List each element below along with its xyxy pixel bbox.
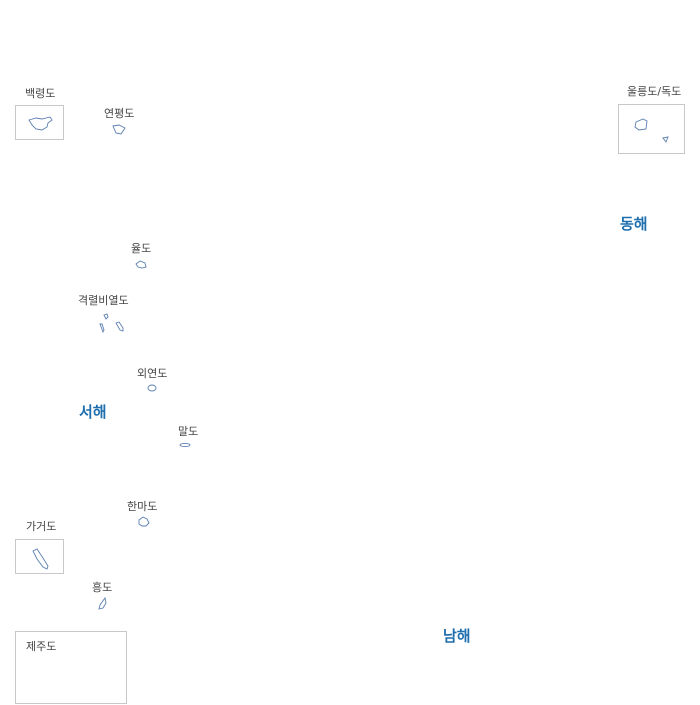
oeyeon-island[interactable] bbox=[145, 383, 159, 393]
south-sea-label: 남해 bbox=[443, 627, 471, 645]
gageo-inset bbox=[15, 539, 64, 574]
hanma-label: 한마도 bbox=[127, 500, 158, 513]
yeonpyeong-island[interactable] bbox=[110, 122, 130, 138]
baengnyeong-label: 백령도 bbox=[25, 87, 56, 100]
oeyeon-label: 외연도 bbox=[137, 367, 168, 380]
jeju-inset: 제주도 bbox=[15, 631, 127, 704]
yul-label: 율도 bbox=[131, 242, 152, 255]
gyeongnyeolbiyeol-island-east[interactable] bbox=[113, 319, 127, 333]
hanma-island[interactable] bbox=[136, 515, 152, 529]
baengnyeong-inset bbox=[15, 105, 64, 140]
gyeongnyeolbiyeol-island-west[interactable] bbox=[97, 321, 107, 335]
mal-label: 말도 bbox=[178, 425, 199, 438]
gageo-island[interactable] bbox=[16, 540, 65, 575]
hong-label: 흥도 bbox=[92, 581, 113, 594]
gageo-label: 가거도 bbox=[26, 520, 57, 533]
mal-island[interactable] bbox=[177, 441, 193, 449]
gyeongnyeolbiyeol-label: 격렬비열도 bbox=[78, 294, 129, 307]
yeonpyeong-label: 연평도 bbox=[104, 107, 135, 120]
dokdo-island[interactable] bbox=[619, 105, 686, 155]
ulleung-dokdo-label: 울릉도/독도 bbox=[627, 85, 682, 98]
east-sea-label: 동해 bbox=[620, 215, 648, 233]
yul-island[interactable] bbox=[134, 259, 150, 271]
jeju-label: 제주도 bbox=[26, 640, 57, 653]
hong-island[interactable] bbox=[95, 596, 109, 612]
baengnyeong-island[interactable] bbox=[16, 106, 65, 141]
ulleung-dokdo-inset bbox=[618, 104, 685, 154]
west-sea-label: 서해 bbox=[79, 403, 107, 421]
